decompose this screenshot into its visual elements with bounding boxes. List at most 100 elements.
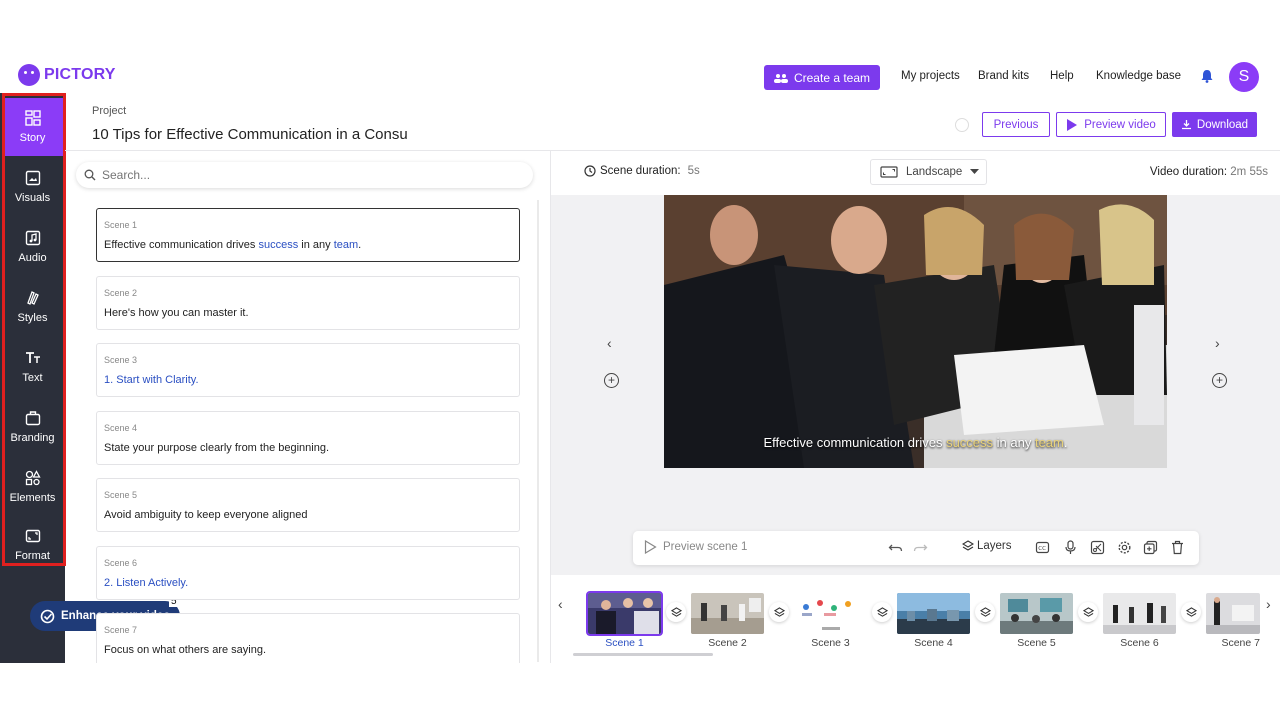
timeline-thumb-6[interactable] bbox=[1103, 593, 1176, 634]
nav-my-projects[interactable]: My projects bbox=[901, 70, 960, 82]
timeline-thumb-2[interactable] bbox=[691, 593, 764, 634]
rail-item-branding[interactable]: Branding bbox=[2, 398, 63, 456]
timeline-scrollbar[interactable] bbox=[573, 653, 713, 656]
prev-scene-chevron-icon[interactable]: ‹ bbox=[607, 335, 612, 351]
scene-card-1[interactable]: Scene 1 Effective communication drives s… bbox=[96, 208, 520, 262]
scene-card-7[interactable]: Scene 7 Focus on what others are saying. bbox=[96, 613, 520, 663]
search-icon bbox=[84, 169, 96, 181]
scene-control-bar: Preview scene 1 Layers CC bbox=[633, 531, 1199, 565]
nav-brand-kits[interactable]: Brand kits bbox=[978, 70, 1029, 82]
scene-layers-icon[interactable] bbox=[769, 602, 789, 622]
timeline-thumb-3[interactable] bbox=[794, 593, 867, 634]
scene-layers-icon[interactable] bbox=[872, 602, 892, 622]
scene-thumbnail-image bbox=[1103, 593, 1176, 634]
scene-layers-icon[interactable] bbox=[1181, 602, 1201, 622]
layers-button[interactable]: Layers bbox=[962, 540, 1012, 552]
project-title[interactable]: 10 Tips for Effective Communication in a… bbox=[92, 126, 428, 143]
preview-video-button[interactable]: Preview video bbox=[1056, 112, 1166, 137]
scene-text-part: Effective communication drives bbox=[104, 239, 259, 251]
bell-icon[interactable] bbox=[1200, 69, 1214, 83]
clock-icon bbox=[584, 165, 596, 177]
scene-text-part: . bbox=[358, 239, 362, 251]
scene-text[interactable]: Effective communication drives success i… bbox=[104, 239, 512, 251]
rail-label-visuals: Visuals bbox=[14, 192, 51, 204]
layers-label: Layers bbox=[977, 540, 1012, 552]
rail-label-branding: Branding bbox=[10, 432, 55, 444]
user-avatar[interactable]: S bbox=[1229, 62, 1259, 92]
aspect-icon bbox=[25, 529, 40, 543]
scene-card-3[interactable]: Scene 3 1. Start with Clarity. bbox=[96, 343, 520, 397]
pictory-logo[interactable]: PICTORY bbox=[18, 64, 116, 86]
layers-icon bbox=[962, 540, 974, 551]
rail-item-elements[interactable]: Elements bbox=[2, 458, 63, 516]
rail-item-audio[interactable]: Audio bbox=[2, 218, 63, 276]
scene-text[interactable]: 2. Listen Actively. bbox=[104, 577, 512, 589]
nav-help[interactable]: Help bbox=[1050, 70, 1074, 82]
scene-thumbnail-image bbox=[794, 593, 867, 634]
play-icon bbox=[1067, 118, 1078, 131]
briefcase-icon bbox=[25, 411, 40, 426]
scene-text[interactable]: State your purpose clearly from the begi… bbox=[104, 442, 512, 454]
timeline-thumb-7[interactable] bbox=[1206, 593, 1260, 634]
scene-text[interactable]: 1. Start with Clarity. bbox=[104, 374, 512, 386]
rail-item-format[interactable]: Format bbox=[2, 518, 63, 566]
rail-item-visuals[interactable]: Visuals bbox=[2, 158, 63, 216]
rail-label-audio: Audio bbox=[18, 252, 47, 264]
scene-number: Scene 2 bbox=[104, 288, 138, 298]
header-divider bbox=[65, 150, 1280, 151]
next-scene-chevron-icon[interactable]: › bbox=[1215, 335, 1220, 351]
previous-button[interactable]: Previous bbox=[982, 112, 1050, 137]
microphone-icon[interactable] bbox=[1063, 540, 1078, 555]
split-scissors-icon[interactable] bbox=[1090, 540, 1105, 555]
timeline-label: Scene 7 bbox=[1221, 637, 1260, 649]
scene-text[interactable]: Here's how you can master it. bbox=[104, 307, 512, 319]
preview-scene-button[interactable]: Preview scene 1 bbox=[644, 540, 747, 554]
scene-layers-icon[interactable] bbox=[666, 602, 686, 622]
nav-knowledge-base[interactable]: Knowledge base bbox=[1096, 70, 1181, 82]
orientation-value: Landscape bbox=[906, 166, 963, 178]
scene-layers-icon[interactable] bbox=[1078, 602, 1098, 622]
caption-keyword: team bbox=[1034, 435, 1064, 450]
scene-layers-icon[interactable] bbox=[975, 602, 995, 622]
svg-text:CC: CC bbox=[1038, 546, 1046, 552]
top-bar: PICTORY Create a team My projects Brand … bbox=[0, 56, 1280, 96]
rail-item-text[interactable]: Text bbox=[2, 338, 63, 396]
scene-text[interactable]: Avoid ambiguity to keep everyone aligned bbox=[104, 509, 512, 521]
timeline-left-chevron-icon[interactable]: ‹ bbox=[558, 596, 563, 612]
timeline-thumb-4[interactable] bbox=[897, 593, 970, 634]
download-label: Download bbox=[1196, 118, 1249, 131]
download-button[interactable]: Download bbox=[1172, 112, 1257, 137]
scene-list-scrollbar[interactable] bbox=[537, 200, 539, 662]
captions-cc-icon[interactable]: CC bbox=[1035, 540, 1050, 555]
scene-duration: Scene duration: 5s bbox=[584, 165, 700, 177]
trash-icon[interactable] bbox=[1170, 540, 1185, 555]
timeline-thumb-5[interactable] bbox=[1000, 593, 1073, 634]
scene-duration-value: 5s bbox=[687, 165, 700, 177]
duplicate-scene-icon[interactable] bbox=[1143, 540, 1158, 555]
orientation-select[interactable]: Landscape bbox=[870, 159, 987, 185]
undo-icon[interactable] bbox=[888, 540, 903, 555]
scene-card-6[interactable]: Scene 6 2. Listen Actively. bbox=[96, 546, 520, 600]
video-preview[interactable]: Effective communication drives success i… bbox=[664, 195, 1167, 468]
scene-thumbnail-image bbox=[1000, 593, 1073, 634]
image-icon bbox=[25, 170, 40, 186]
create-team-button[interactable]: Create a team bbox=[764, 65, 880, 90]
redo-icon[interactable] bbox=[913, 540, 928, 555]
add-scene-after-icon[interactable]: + bbox=[1212, 373, 1227, 388]
add-scene-before-icon[interactable]: + bbox=[604, 373, 619, 388]
video-duration-label: Video duration: bbox=[1149, 166, 1228, 178]
settings-gear-icon[interactable] bbox=[1117, 540, 1132, 555]
scene-text[interactable]: Focus on what others are saying. bbox=[104, 644, 512, 656]
caption-part: . bbox=[1063, 435, 1068, 450]
timeline-thumb-1[interactable] bbox=[586, 591, 663, 636]
search-input[interactable] bbox=[102, 168, 482, 182]
play-outline-icon bbox=[644, 540, 657, 554]
timeline-label: Scene 3 bbox=[811, 637, 850, 649]
scene-card-2[interactable]: Scene 2 Here's how you can master it. bbox=[96, 276, 520, 330]
timeline-right-chevron-icon[interactable]: › bbox=[1266, 596, 1271, 612]
scene-card-5[interactable]: Scene 5 Avoid ambiguity to keep everyone… bbox=[96, 478, 520, 532]
text-icon bbox=[25, 352, 40, 363]
scene-card-4[interactable]: Scene 4 State your purpose clearly from … bbox=[96, 411, 520, 465]
rail-item-story[interactable]: Story bbox=[2, 98, 63, 156]
rail-item-styles[interactable]: Styles bbox=[2, 278, 63, 336]
